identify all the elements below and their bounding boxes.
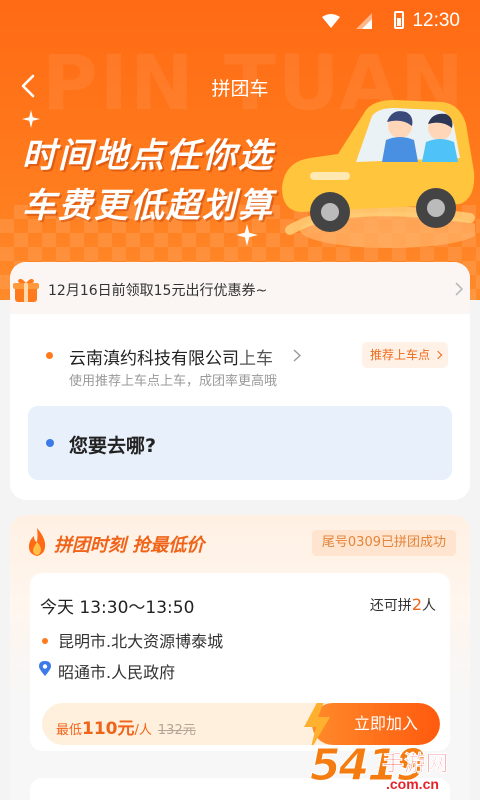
site-logo-name: 手游网 [382,752,449,778]
car-illustration [282,100,475,248]
original-price: 132元 [157,723,196,738]
chevron-right-icon [455,282,464,296]
group-title: 拼团时刻 抢最低价 [54,535,205,556]
booking-card: 12月16日前领取15元出行优惠券~ 云南滇约科技有限公司上车 使用推荐上车点上… [10,262,470,500]
sparkle-icon [22,110,40,128]
coupon-text: 12月16日前领取15元出行优惠券~ [48,283,268,299]
status-time: 12:30 [412,10,460,31]
pickup-dot [46,352,53,359]
sparkle-icon [236,224,258,246]
hero-banner: PIN TUAN 12:30 拼团车 时间地点任你选 车费更低超划算 [0,0,480,300]
banner-slogan-1: 时间地点任你选 [22,136,274,176]
location-pin-icon [39,661,51,676]
status-bar: 12:30 [0,0,480,44]
group-success-badge: 尾号0309已拼团成功 [311,530,456,556]
destination-placeholder: 您要去哪? [69,435,157,457]
lightning-icon [304,703,330,745]
banner-slogan-2: 车费更低超划算 [22,186,274,226]
chevron-right-icon [293,349,301,362]
trip-price: 最低110元/人 132元 [56,719,196,739]
pickup-name: 云南滇约科技有限公司上车 [69,349,273,369]
destination-dot [46,439,54,447]
battery-icon [394,11,404,29]
wifi-icon [322,14,340,28]
coupon-banner[interactable]: 12月16日前领取15元出行优惠券~ [10,262,470,314]
origin-dot [42,638,48,644]
flame-icon [28,528,46,556]
site-watermark-logo: 5419 手游网 .com.cn [309,740,478,798]
site-logo-url: .com.cn [386,776,439,792]
recommend-pickup-button[interactable]: 推荐上车点 [362,342,449,368]
gift-icon [13,278,39,302]
signal-icon [356,13,372,29]
trip-card[interactable]: 今天 13:30～13:50 还可拼2人 昆明市.北大资源博泰城 昭通市.人民政… [30,573,450,751]
trip-destination: 昭通市.人民政府 [58,663,176,682]
group-header: 拼团时刻 抢最低价 尾号0309已拼团成功 [10,515,470,573]
trip-time: 今天 13:30～13:50 [40,598,195,618]
destination-input[interactable]: 您要去哪? [28,406,452,480]
join-bar[interactable]: 最低110元/人 132元 立即加入 [42,703,440,745]
trip-origin: 昆明市.北大资源博泰城 [58,632,224,651]
pickup-hint: 使用推荐上车点上车，成团率更高哦 [69,374,278,389]
pickup-location[interactable]: 云南滇约科技有限公司上车 使用推荐上车点上车，成团率更高哦 推荐上车点 [10,332,470,392]
seats-available: 还可拼2人 [369,595,436,614]
